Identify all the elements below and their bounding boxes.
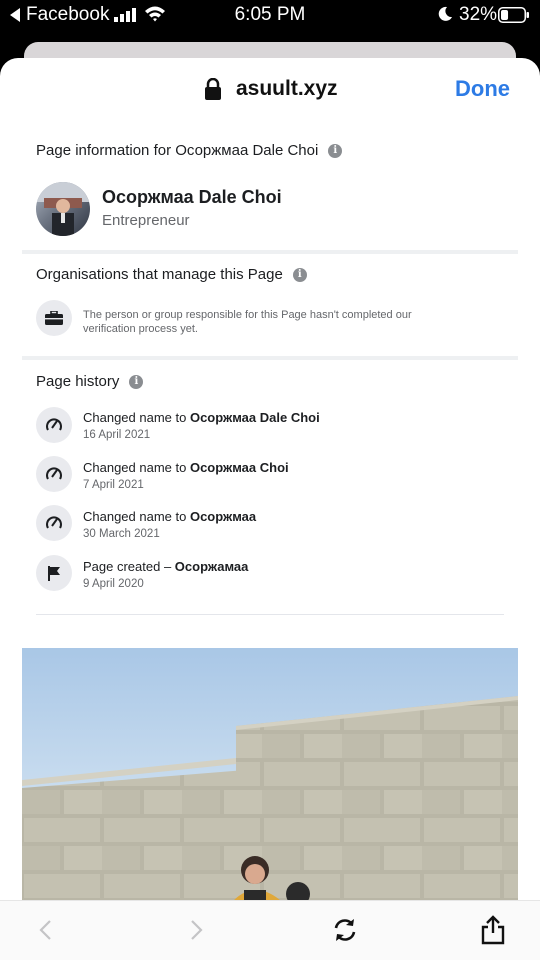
- organisations-title: Organisations that manage this Page: [36, 266, 283, 283]
- done-button[interactable]: Done: [455, 76, 510, 102]
- reload-icon[interactable]: [330, 915, 360, 945]
- history-item-date: 7 April 2021: [83, 479, 144, 491]
- info-icon[interactable]: i: [129, 374, 144, 389]
- history-item-date: 16 April 2021: [83, 429, 151, 441]
- history-item-text: Changed name to Осоржмаа Choi: [83, 460, 289, 475]
- rename-icon: [36, 505, 72, 541]
- browser-sheet: asuult.xyz Done Page information for Осо…: [0, 58, 540, 960]
- info-icon[interactable]: i: [328, 143, 343, 158]
- battery-icon: [498, 7, 529, 23]
- profile-name[interactable]: Осоржмаа Dale Choi: [102, 187, 282, 208]
- battery-percent: 32%: [459, 4, 498, 25]
- history-item-text: Changed name to Осоржмаа Dale Choi: [83, 410, 320, 425]
- lock-icon: [205, 78, 221, 100]
- page-history-title: Page history: [36, 373, 120, 390]
- organisations-text: The person or group responsible for this…: [83, 309, 412, 335]
- flag-icon: [36, 555, 72, 591]
- share-icon[interactable]: [478, 915, 508, 945]
- browser-toolbar: [0, 900, 540, 960]
- profile-role: Entrepreneur: [102, 212, 190, 229]
- section-divider: [22, 250, 518, 254]
- page-info-header: Page information for Осоржмаа Dale Choi …: [36, 142, 343, 159]
- status-bar: Facebook 6:05 PM 32%: [0, 0, 540, 32]
- history-item-date: 30 March 2021: [83, 528, 160, 540]
- history-item-text: Page created – Осоржамаа: [83, 559, 249, 574]
- section-divider: [36, 614, 504, 615]
- info-icon[interactable]: i: [292, 267, 307, 282]
- briefcase-icon: [36, 300, 72, 336]
- rename-icon: [36, 407, 72, 443]
- chevron-right-icon[interactable]: [182, 915, 212, 945]
- rename-icon: [36, 456, 72, 492]
- page-info-title: Page information for Осоржмаа Dale Choi: [36, 142, 319, 159]
- wall-photo: [22, 696, 518, 900]
- do-not-disturb-icon: [438, 6, 452, 21]
- page-history-header: Page history i: [36, 373, 144, 390]
- page-photo[interactable]: [22, 648, 518, 900]
- chevron-left-icon[interactable]: [30, 915, 60, 945]
- avatar-photo: [36, 182, 90, 236]
- section-divider: [22, 356, 518, 360]
- history-item-text: Changed name to Осоржмаа: [83, 509, 257, 524]
- url-bar: asuult.xyz Done: [0, 58, 540, 120]
- history-item-date: 9 April 2020: [83, 578, 144, 590]
- organisations-header: Organisations that manage this Page i: [36, 266, 307, 283]
- url-text[interactable]: asuult.xyz: [236, 77, 338, 101]
- avatar[interactable]: [36, 182, 90, 236]
